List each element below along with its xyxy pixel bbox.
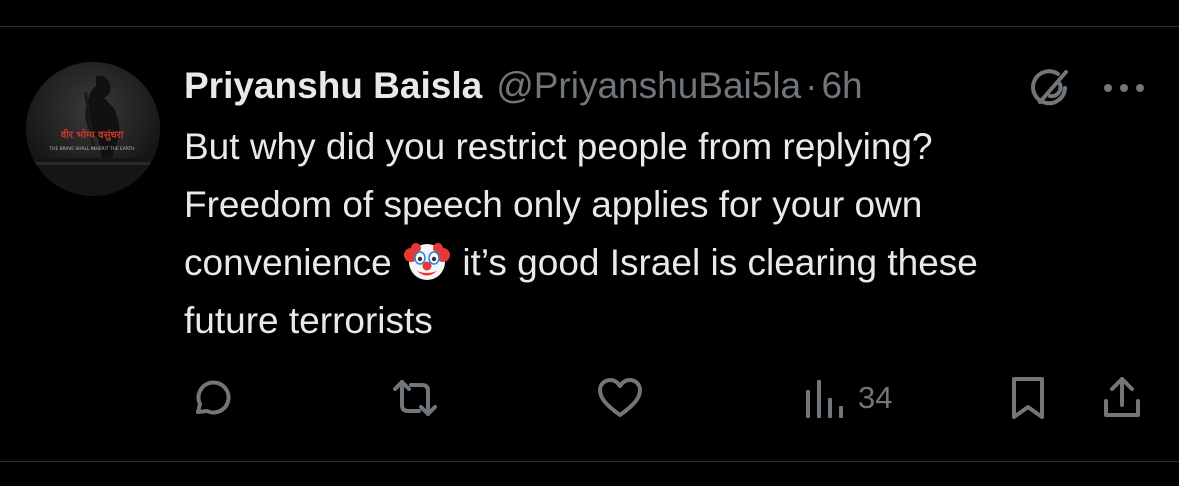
more-options-icon[interactable] <box>1098 70 1150 106</box>
like-button[interactable] <box>596 372 644 424</box>
tweet-text-line: future terrorists <box>184 300 433 341</box>
timestamp[interactable]: 6h <box>821 65 862 107</box>
action-bar: 34 <box>0 372 1179 424</box>
tweet-text-segment: it’s good Israel is clearing these <box>452 242 978 283</box>
views-count: 34 <box>858 380 893 415</box>
tweet-text-segment: convenience <box>184 242 403 283</box>
avatar[interactable]: वीर भोग्य वसुंधरा THE BRAVE SHALL INHERI… <box>26 62 160 196</box>
share-button[interactable] <box>1100 372 1144 424</box>
tweet-text-line: Freedom of speech only applies for your … <box>184 184 923 225</box>
bookmark-button[interactable] <box>1008 372 1048 424</box>
reply-button[interactable] <box>188 372 234 424</box>
tweet-text: But why did you restrict people from rep… <box>184 118 1159 350</box>
clown-face-icon <box>402 235 452 285</box>
avatar-subtitle: THE BRAVE SHALL INHERIT THE EARTH <box>48 146 134 152</box>
views-button[interactable]: 34 <box>804 372 892 424</box>
tweet-text-line: But why did you restrict people from rep… <box>184 126 933 167</box>
avatar-devanagari-text: वीर भोग्य वसुंधरा <box>60 128 124 141</box>
share-icon <box>1104 377 1140 417</box>
tweet-text-line: convenience it’s good Israel is clearing… <box>184 234 1159 292</box>
bookmark-icon <box>1012 377 1044 419</box>
bottom-divider <box>0 461 1179 462</box>
tweet-header: Priyanshu Baisla @PriyanshuBai5la · 6h <box>184 60 863 112</box>
grok-icon[interactable] <box>1024 62 1076 114</box>
top-divider <box>0 26 1179 27</box>
display-name[interactable]: Priyanshu Baisla <box>184 65 482 107</box>
separator-dot: · <box>805 65 818 106</box>
views-icon <box>806 380 843 418</box>
reply-icon <box>196 380 231 415</box>
retweet-icon <box>393 380 437 416</box>
retweet-button[interactable] <box>389 372 441 424</box>
like-icon <box>598 378 642 417</box>
user-handle[interactable]: @PriyanshuBai5la <box>496 65 801 107</box>
